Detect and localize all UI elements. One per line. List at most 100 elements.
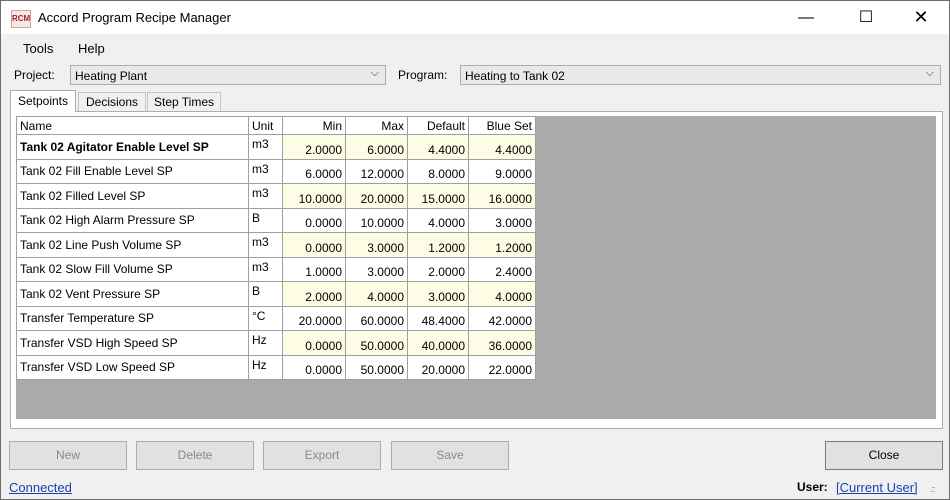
column-header-default[interactable]: Default bbox=[407, 116, 469, 135]
maximize-button[interactable]: ☐ bbox=[841, 1, 891, 34]
cell-min[interactable]: 1.0000 bbox=[282, 256, 346, 282]
cell-max[interactable]: 6.0000 bbox=[345, 134, 408, 160]
cell-min[interactable]: 0.0000 bbox=[282, 330, 346, 356]
cell-min[interactable]: 0.0000 bbox=[282, 232, 346, 258]
program-select[interactable]: Heating to Tank 02 ⌵ bbox=[460, 65, 941, 85]
close-button[interactable]: Close bbox=[825, 441, 943, 470]
cell-name[interactable]: Tank 02 Filled Level SP bbox=[16, 183, 249, 209]
cell-default[interactable]: 2.0000 bbox=[407, 256, 469, 282]
tab-decisions[interactable]: Decisions bbox=[78, 92, 146, 111]
cell-max[interactable]: 3.0000 bbox=[345, 256, 408, 282]
cell-name[interactable]: Tank 02 High Alarm Pressure SP bbox=[16, 207, 249, 233]
menu-help[interactable]: Help bbox=[78, 41, 105, 56]
cell-blue-set[interactable]: 9.0000 bbox=[468, 158, 536, 184]
cell-min[interactable]: 6.0000 bbox=[282, 158, 346, 184]
cell-name[interactable]: Tank 02 Fill Enable Level SP bbox=[16, 158, 249, 184]
cell-name[interactable]: Tank 02 Vent Pressure SP bbox=[16, 281, 249, 307]
cell-min[interactable]: 0.0000 bbox=[282, 354, 346, 380]
cell-default[interactable]: 4.4000 bbox=[407, 134, 469, 160]
cell-default[interactable]: 15.0000 bbox=[407, 183, 469, 209]
cell-blue-set[interactable]: 1.2000 bbox=[468, 232, 536, 258]
table-row[interactable]: Tank 02 Slow Fill Volume SP m3 1.0000 3.… bbox=[16, 256, 536, 282]
table-row[interactable]: Transfer VSD High Speed SP Hz 0.0000 50.… bbox=[16, 330, 536, 356]
setpoints-grid: Name Unit Min Max Default Blue Set Tank … bbox=[16, 116, 536, 380]
cell-unit[interactable]: m3 bbox=[248, 256, 283, 282]
cell-default[interactable]: 40.0000 bbox=[407, 330, 469, 356]
column-header-name[interactable]: Name bbox=[16, 116, 249, 135]
cell-blue-set[interactable]: 16.0000 bbox=[468, 183, 536, 209]
cell-default[interactable]: 4.0000 bbox=[407, 207, 469, 233]
cell-blue-set[interactable]: 4.4000 bbox=[468, 134, 536, 160]
cell-name[interactable]: Transfer VSD Low Speed SP bbox=[16, 354, 249, 380]
cell-max[interactable]: 50.0000 bbox=[345, 330, 408, 356]
cell-max[interactable]: 50.0000 bbox=[345, 354, 408, 380]
cell-min[interactable]: 2.0000 bbox=[282, 281, 346, 307]
cell-max[interactable]: 10.0000 bbox=[345, 207, 408, 233]
cell-min[interactable]: 0.0000 bbox=[282, 207, 346, 233]
cell-unit[interactable]: B bbox=[248, 207, 283, 233]
cell-name[interactable]: Transfer Temperature SP bbox=[16, 305, 249, 331]
column-header-unit[interactable]: Unit bbox=[248, 116, 283, 135]
current-user-link[interactable]: [Current User] bbox=[836, 480, 918, 495]
cell-unit[interactable]: m3 bbox=[248, 134, 283, 160]
table-row[interactable]: Tank 02 Agitator Enable Level SP m3 2.00… bbox=[16, 134, 536, 160]
cell-max[interactable]: 12.0000 bbox=[345, 158, 408, 184]
grid-header-row: Name Unit Min Max Default Blue Set bbox=[16, 116, 536, 135]
cell-name[interactable]: Tank 02 Line Push Volume SP bbox=[16, 232, 249, 258]
table-row[interactable]: Transfer VSD Low Speed SP Hz 0.0000 50.0… bbox=[16, 354, 536, 380]
minimize-button[interactable]: — bbox=[781, 1, 831, 34]
column-header-max[interactable]: Max bbox=[345, 116, 408, 135]
cell-max[interactable]: 20.0000 bbox=[345, 183, 408, 209]
column-header-blue-set[interactable]: Blue Set bbox=[468, 116, 536, 135]
table-row[interactable]: Tank 02 High Alarm Pressure SP B 0.0000 … bbox=[16, 207, 536, 233]
close-window-button[interactable]: ✕ bbox=[896, 1, 946, 34]
cell-blue-set[interactable]: 42.0000 bbox=[468, 305, 536, 331]
menu-tools[interactable]: Tools bbox=[23, 41, 53, 56]
delete-button[interactable]: Delete bbox=[136, 441, 254, 470]
tab-step-times[interactable]: Step Times bbox=[147, 92, 221, 111]
cell-default[interactable]: 8.0000 bbox=[407, 158, 469, 184]
cell-unit[interactable]: m3 bbox=[248, 183, 283, 209]
cell-max[interactable]: 3.0000 bbox=[345, 232, 408, 258]
cell-unit[interactable]: m3 bbox=[248, 232, 283, 258]
project-value: Heating Plant bbox=[75, 69, 148, 83]
cell-name[interactable]: Tank 02 Agitator Enable Level SP bbox=[16, 134, 249, 160]
new-button[interactable]: New bbox=[9, 441, 127, 470]
cell-unit[interactable]: B bbox=[248, 281, 283, 307]
save-button[interactable]: Save bbox=[391, 441, 509, 470]
resize-grip-icon[interactable]: .:: bbox=[930, 484, 935, 494]
cell-blue-set[interactable]: 36.0000 bbox=[468, 330, 536, 356]
cell-min[interactable]: 10.0000 bbox=[282, 183, 346, 209]
cell-blue-set[interactable]: 2.4000 bbox=[468, 256, 536, 282]
cell-name[interactable]: Transfer VSD High Speed SP bbox=[16, 330, 249, 356]
cell-blue-set[interactable]: 22.0000 bbox=[468, 354, 536, 380]
tab-setpoints[interactable]: Setpoints bbox=[10, 90, 76, 112]
cell-min[interactable]: 20.0000 bbox=[282, 305, 346, 331]
cell-unit[interactable]: Hz bbox=[248, 354, 283, 380]
project-select[interactable]: Heating Plant ⌵ bbox=[70, 65, 386, 85]
cell-min[interactable]: 2.0000 bbox=[282, 134, 346, 160]
table-row[interactable]: Transfer Temperature SP °C 20.0000 60.00… bbox=[16, 305, 536, 331]
cell-max[interactable]: 60.0000 bbox=[345, 305, 408, 331]
menu-bar: Tools Help bbox=[1, 35, 949, 61]
cell-unit[interactable]: Hz bbox=[248, 330, 283, 356]
connection-status-link[interactable]: Connected bbox=[9, 480, 72, 495]
table-row[interactable]: Tank 02 Filled Level SP m3 10.0000 20.00… bbox=[16, 183, 536, 209]
cell-unit[interactable]: m3 bbox=[248, 158, 283, 184]
chevron-down-icon: ⌵ bbox=[925, 67, 934, 79]
table-row[interactable]: Tank 02 Fill Enable Level SP m3 6.0000 1… bbox=[16, 158, 536, 184]
cell-name[interactable]: Tank 02 Slow Fill Volume SP bbox=[16, 256, 249, 282]
cell-default[interactable]: 20.0000 bbox=[407, 354, 469, 380]
cell-blue-set[interactable]: 3.0000 bbox=[468, 207, 536, 233]
cell-max[interactable]: 4.0000 bbox=[345, 281, 408, 307]
cell-blue-set[interactable]: 4.0000 bbox=[468, 281, 536, 307]
export-button[interactable]: Export bbox=[263, 441, 381, 470]
cell-default[interactable]: 48.4000 bbox=[407, 305, 469, 331]
cell-default[interactable]: 1.2000 bbox=[407, 232, 469, 258]
cell-default[interactable]: 3.0000 bbox=[407, 281, 469, 307]
table-row[interactable]: Tank 02 Line Push Volume SP m3 0.0000 3.… bbox=[16, 232, 536, 258]
cell-unit[interactable]: °C bbox=[248, 305, 283, 331]
program-label: Program: bbox=[398, 68, 448, 82]
column-header-min[interactable]: Min bbox=[282, 116, 346, 135]
table-row[interactable]: Tank 02 Vent Pressure SP B 2.0000 4.0000… bbox=[16, 281, 536, 307]
